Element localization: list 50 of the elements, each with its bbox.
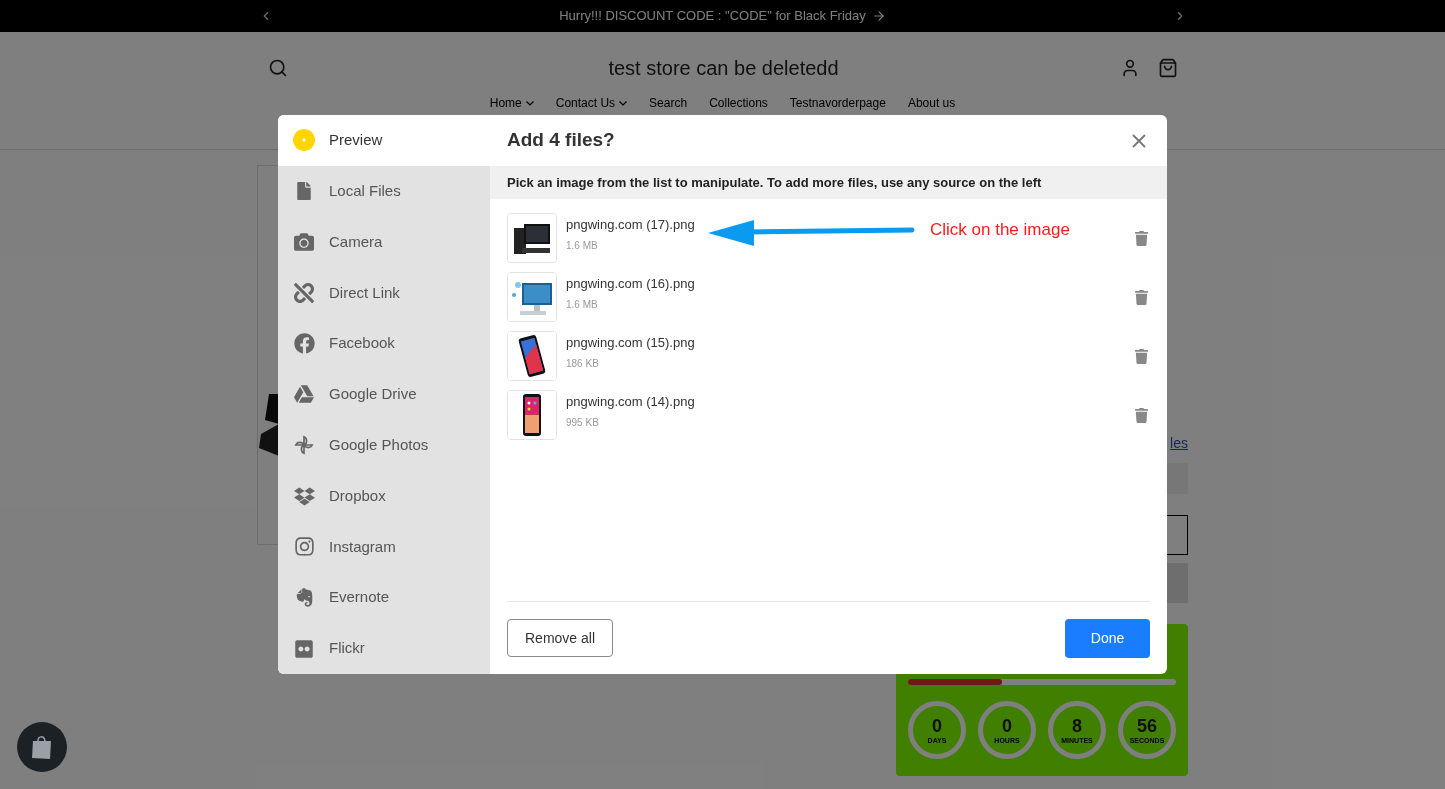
trash-icon[interactable] xyxy=(1134,407,1149,423)
dialog-title: Add 4 files? xyxy=(507,128,615,153)
nav-link[interactable]: Testnavorderpage xyxy=(789,94,886,112)
nav-link[interactable]: Contact Us xyxy=(555,94,616,112)
arrow-right-icon xyxy=(871,9,886,23)
sidebar-item[interactable]: Preview xyxy=(278,115,490,166)
file-name: pngwing.com (17).png xyxy=(566,216,695,234)
file-size: 1.6 MB xyxy=(566,238,599,253)
trash-icon[interactable] xyxy=(1134,289,1149,305)
link-icon xyxy=(294,282,314,303)
countdown-value: 0 xyxy=(1002,716,1012,735)
countdown-value: 0 xyxy=(932,716,942,735)
search-icon[interactable] xyxy=(267,58,288,78)
file-name: pngwing.com (16).png xyxy=(566,275,695,293)
shop-button[interactable] xyxy=(17,722,67,772)
chevron-down-icon xyxy=(525,100,534,106)
trash-icon[interactable] xyxy=(1134,230,1149,246)
file-row[interactable]: pngwing.com (15).png 186 KB xyxy=(507,331,1150,381)
remove-all-button[interactable]: Remove all xyxy=(507,619,614,657)
camera-outline-icon xyxy=(293,536,315,558)
triangle-icon xyxy=(294,384,314,405)
annotation-text: Click on the image xyxy=(930,219,1070,241)
nav-link[interactable]: Collections xyxy=(709,94,768,112)
file-size: 1.6 MB xyxy=(566,297,599,312)
file-size: 995 KB xyxy=(566,415,600,430)
store-title: test store can be deletedd xyxy=(608,56,839,81)
countdown-value: 8 xyxy=(1072,716,1082,735)
pinwheel-icon xyxy=(293,434,315,457)
countdown-value: 56 xyxy=(1137,716,1157,735)
nav-link[interactable]: About us xyxy=(907,94,956,112)
trash-icon[interactable] xyxy=(1134,348,1149,364)
dot-icon xyxy=(293,129,315,152)
done-button[interactable]: Done xyxy=(1065,618,1150,658)
two-dots-icon xyxy=(294,638,314,659)
nav-link[interactable]: Search xyxy=(649,94,688,112)
link[interactable]: les xyxy=(1170,433,1188,454)
file-size: 186 KB xyxy=(566,356,600,371)
file-name: pngwing.com (14).png xyxy=(566,393,695,411)
bag-icon[interactable] xyxy=(1157,58,1178,78)
chevron-down-icon xyxy=(619,100,628,106)
file-icon xyxy=(295,182,313,201)
nav-link[interactable]: Home xyxy=(489,94,522,112)
instructions-bar: Pick an image from the list to manipulate. To add more files, use any source on the left xyxy=(490,166,1167,199)
file-name: pngwing.com (15).png xyxy=(566,334,695,352)
camera-icon xyxy=(294,232,314,253)
file-row[interactable]: pngwing.com (16).png 1.6 MB xyxy=(507,272,1150,322)
file-row[interactable]: pngwing.com (14).png 995 KB xyxy=(507,390,1150,440)
bag-icon xyxy=(30,734,54,760)
box-stack-icon xyxy=(293,485,315,507)
announcement-text: Hurry!!! DISCOUNT CODE : "CODE" for Black Friday xyxy=(559,7,866,26)
